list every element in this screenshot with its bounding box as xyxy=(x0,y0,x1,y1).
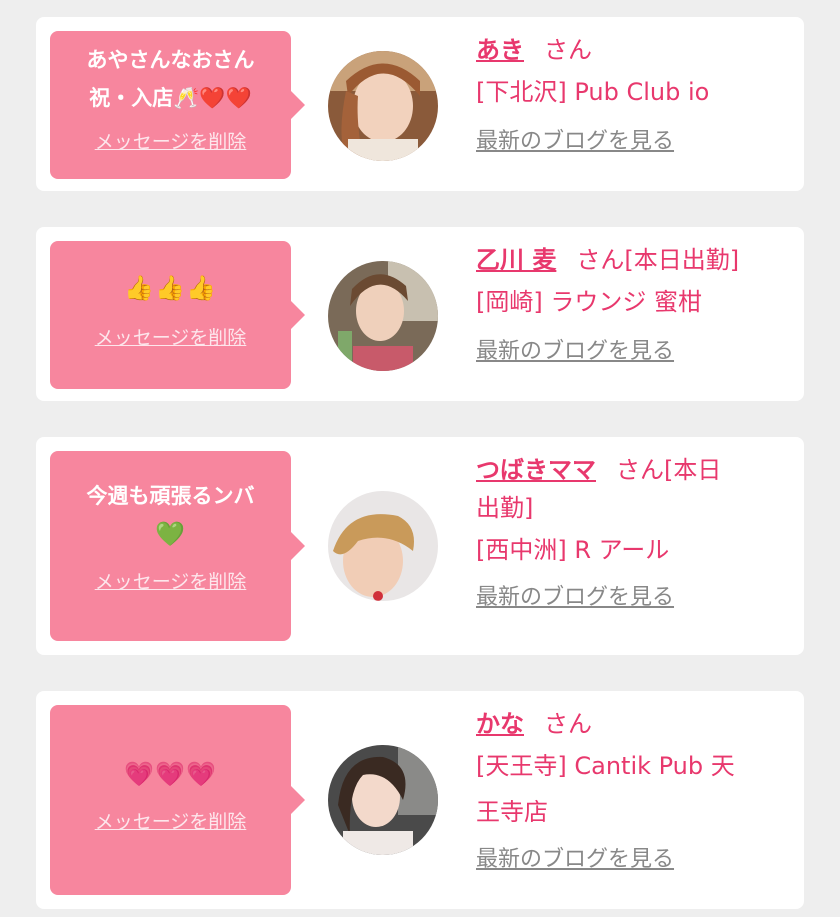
message-bubble: 💗💗💗 メッセージを削除 xyxy=(50,705,305,895)
message-bubble: 👍👍👍 メッセージを削除 xyxy=(50,241,305,389)
message-text: 👍👍👍 xyxy=(124,274,217,302)
name-suffix: さん[本日 xyxy=(616,456,722,484)
profile-info: あき さん [下北沢] Pub Club io 最新のブログを見る xyxy=(476,31,796,155)
favorite-list: あやさんなおさん 祝・入店🥂❤️❤️ メッセージを削除 あき さん [下北沢] P… xyxy=(0,0,840,917)
latest-blog-link[interactable]: 最新のブログを見る xyxy=(476,841,674,873)
favorite-card: 👍👍👍 メッセージを削除 乙川 麦さん[本日出勤] [岡崎] ラウンジ 蜜柑 最… xyxy=(36,227,804,401)
delete-message-link[interactable]: メッセージを削除 xyxy=(95,807,247,834)
delete-message-link[interactable]: メッセージを削除 xyxy=(95,323,247,350)
shop-label: [天王寺] Cantik Pub 天 xyxy=(476,752,735,780)
profile-info: つばきママ さん[本日 出勤] [西中洲] R アール 最新のブログを見る xyxy=(476,451,796,611)
favorite-card: 今週も頑張るンバ 💚 メッセージを削除 つばきママ さん[本日 出勤] [西中洲]… xyxy=(36,437,804,655)
message-text: 💗💗💗 xyxy=(124,760,217,788)
favorite-card: あやさんなおさん 祝・入店🥂❤️❤️ メッセージを削除 あき さん [下北沢] P… xyxy=(36,17,804,191)
favorite-card: 💗💗💗 メッセージを削除 かな さん [天王寺] Cantik Pub 天 王寺店… xyxy=(36,691,804,909)
avatar[interactable] xyxy=(328,745,438,855)
delete-message-link[interactable]: メッセージを削除 xyxy=(95,567,247,594)
message-text: 祝・入店🥂❤️❤️ xyxy=(89,86,252,110)
profile-name-link[interactable]: つばきママ xyxy=(476,456,596,484)
name-suffix-continued: 出勤] xyxy=(476,494,534,522)
message-text: 今週も頑張るンバ xyxy=(86,484,255,508)
latest-blog-link[interactable]: 最新のブログを見る xyxy=(476,123,674,155)
name-suffix: さん[本日出勤] xyxy=(576,246,740,274)
avatar[interactable] xyxy=(328,261,438,371)
message-text: あやさんなおさん xyxy=(86,48,255,72)
name-suffix: さん xyxy=(544,36,592,64)
delete-message-link[interactable]: メッセージを削除 xyxy=(95,127,247,154)
avatar[interactable] xyxy=(328,51,438,161)
shop-label: [西中洲] R アール xyxy=(476,536,670,564)
shop-label-continued: 王寺店 xyxy=(476,798,548,826)
avatar[interactable] xyxy=(328,491,438,601)
profile-name-link[interactable]: かな xyxy=(476,710,524,738)
message-text: 💚 xyxy=(155,520,186,548)
profile-info: 乙川 麦さん[本日出勤] [岡崎] ラウンジ 蜜柑 最新のブログを見る xyxy=(476,241,796,365)
message-bubble: あやさんなおさん 祝・入店🥂❤️❤️ メッセージを削除 xyxy=(50,31,305,179)
name-suffix: さん xyxy=(544,710,592,738)
latest-blog-link[interactable]: 最新のブログを見る xyxy=(476,579,674,611)
profile-name-link[interactable]: あき xyxy=(476,36,524,64)
profile-name-link[interactable]: 乙川 麦 xyxy=(476,246,556,274)
profile-info: かな さん [天王寺] Cantik Pub 天 王寺店 最新のブログを見る xyxy=(476,705,796,873)
latest-blog-link[interactable]: 最新のブログを見る xyxy=(476,333,674,365)
shop-label: [下北沢] Pub Club io xyxy=(476,78,710,106)
message-bubble: 今週も頑張るンバ 💚 メッセージを削除 xyxy=(50,451,305,641)
shop-label: [岡崎] ラウンジ 蜜柑 xyxy=(476,288,702,316)
